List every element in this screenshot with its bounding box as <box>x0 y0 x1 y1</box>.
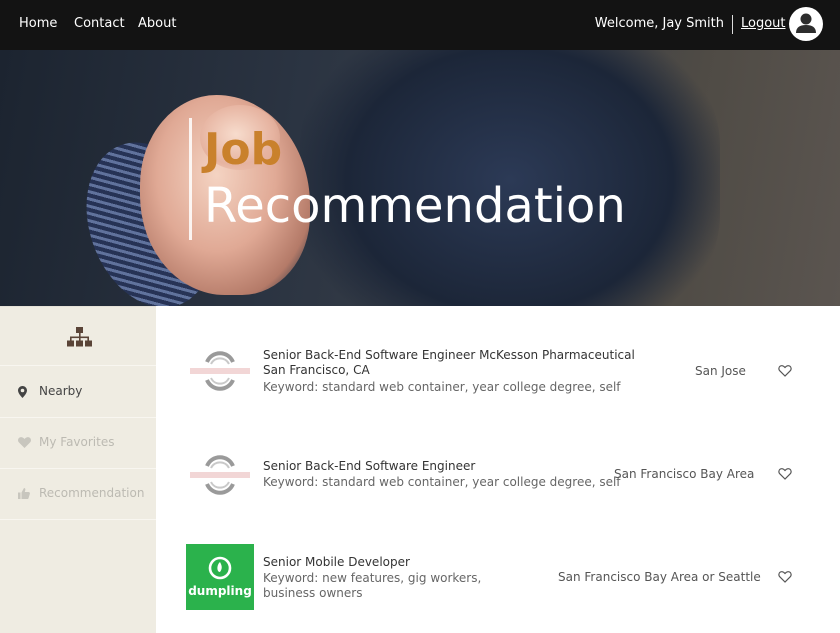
job-keywords: Keyword: standard web container, year co… <box>263 475 621 489</box>
job-location: San Francisco Bay Area <box>614 467 755 481</box>
job-location: San Francisco Bay Area or Seattle <box>558 570 761 584</box>
sidebar-item-label: My Favorites <box>39 435 115 449</box>
top-nav-bar: Home Contact About Welcome, Jay Smith Lo… <box>0 0 840 50</box>
hero-title-accent: Job <box>204 124 283 175</box>
logout-link[interactable]: Logout <box>741 16 786 31</box>
sitemap-icon <box>67 327 92 347</box>
welcome-text: Welcome, Jay Smith <box>594 16 724 31</box>
job-title[interactable]: Senior Back-End Software Engineer <box>263 459 655 474</box>
job-location: San Jose <box>695 364 746 378</box>
job-keywords: Keyword: new features, gig workers, busi… <box>263 571 482 600</box>
nav-home-link[interactable]: Home <box>19 16 57 31</box>
job-list-item[interactable]: dumpling Senior Mobile Developer Keyword… <box>157 522 840 626</box>
map-marker-icon <box>18 386 27 398</box>
job-keywords: Keyword: standard web container, year co… <box>263 380 621 394</box>
dumpling-logo-icon <box>208 556 232 580</box>
thumbs-up-icon <box>18 488 30 499</box>
sidebar-item-label: Recommendation <box>39 486 145 500</box>
sidebar-item-recommendation[interactable]: Recommendation <box>0 469 156 520</box>
user-icon <box>796 13 816 33</box>
nav-about-link[interactable]: About <box>138 16 176 31</box>
company-logo-icon <box>190 351 250 391</box>
user-avatar[interactable] <box>789 7 823 41</box>
sidebar-header <box>0 307 156 366</box>
job-list-item[interactable]: Senior Back-End Software Engineer McKess… <box>157 314 840 418</box>
dumpling-logo: dumpling <box>186 544 254 610</box>
nav-divider <box>732 15 733 34</box>
job-title[interactable]: Senior Back-End Software Engineer McKess… <box>263 348 655 378</box>
sidebar-item-my-favorites[interactable]: My Favorites <box>0 418 156 469</box>
job-title[interactable]: Senior Mobile Developer <box>263 555 655 570</box>
hero-title-rule <box>189 118 192 240</box>
dumpling-logo-text: dumpling <box>188 584 252 598</box>
sidebar-item-nearby[interactable]: Nearby <box>0 367 156 418</box>
hero-title-main: Recommendation <box>204 178 626 234</box>
nav-contact-link[interactable]: Contact <box>74 16 125 31</box>
heart-icon <box>18 437 31 448</box>
job-list-item[interactable]: Senior Back-End Software Engineer Keywor… <box>157 418 840 522</box>
sidebar-item-label: Nearby <box>39 384 83 398</box>
hero-banner: Job Recommendation <box>0 50 840 306</box>
favorite-heart-icon[interactable] <box>778 570 792 584</box>
favorite-heart-icon[interactable] <box>778 467 792 481</box>
company-logo-icon <box>190 455 250 495</box>
favorite-heart-icon[interactable] <box>778 364 792 378</box>
sidebar: Nearby My Favorites Recommendation <box>0 306 156 633</box>
